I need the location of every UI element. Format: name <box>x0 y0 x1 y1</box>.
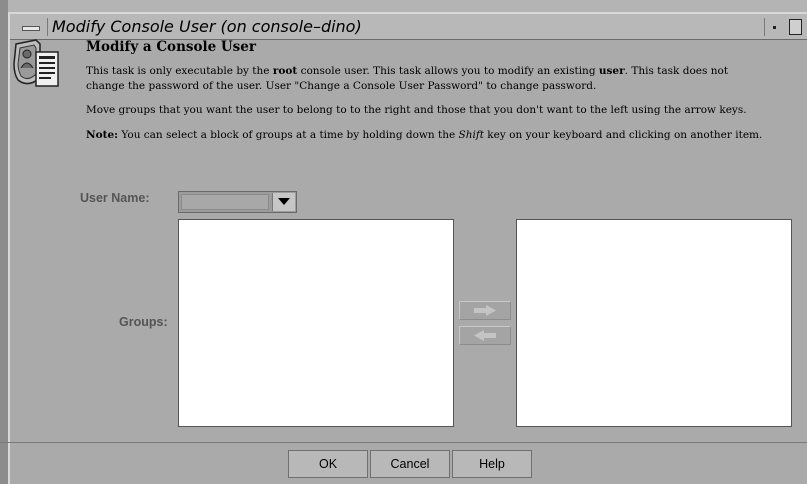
desc-text: . This task does not <box>624 65 729 77</box>
arrow-left-icon <box>474 330 496 341</box>
user-name-label: User Name: <box>80 191 150 205</box>
note-label: Note: <box>86 129 119 141</box>
desc-text: console user. This task allows you to mo… <box>297 65 599 77</box>
user-name-value <box>181 194 269 210</box>
task-instructions: Move groups that you want the user to be… <box>86 104 747 116</box>
move-left-button[interactable] <box>459 326 511 345</box>
button-bar-separator <box>0 442 807 443</box>
desc-user-keyword: user <box>598 65 625 77</box>
maximize-icon <box>789 19 802 35</box>
user-name-dropdown[interactable] <box>178 191 297 213</box>
note-text: key on your keyboard and clicking on ano… <box>483 129 763 141</box>
dropdown-button[interactable] <box>272 193 295 211</box>
maximize-button[interactable] <box>786 18 805 36</box>
chevron-down-icon <box>278 198 290 205</box>
task-description-line-1: This task is only executable by the root… <box>86 64 728 79</box>
window-menu-button[interactable] <box>16 18 48 36</box>
minimize-button[interactable] <box>764 18 784 36</box>
window-left-edge <box>0 0 8 484</box>
cancel-button[interactable]: Cancel <box>370 450 450 478</box>
task-description-line-2: change the password of the user. User "C… <box>86 80 597 92</box>
note-text: You can select a block of groups at a ti… <box>118 129 459 141</box>
minimize-icon <box>773 26 776 29</box>
task-heading: Modify a Console User <box>86 39 256 55</box>
window-title: Modify Console User (on console–dino) <box>52 17 362 36</box>
desc-text: This task is only executable by the <box>86 65 273 77</box>
title-bar[interactable]: Modify Console User (on console–dino) <box>10 14 807 40</box>
desc-root-keyword: root <box>272 65 298 77</box>
user-shield-document-icon <box>10 38 62 90</box>
task-note: Note: You can select a block of groups a… <box>86 129 762 141</box>
ok-button[interactable]: OK <box>288 450 368 478</box>
note-shift-key: Shift <box>458 129 484 141</box>
arrow-right-icon <box>474 305 496 316</box>
move-right-button[interactable] <box>459 301 511 320</box>
selected-groups-list[interactable] <box>516 219 792 427</box>
help-button[interactable]: Help <box>452 450 532 478</box>
available-groups-list[interactable] <box>178 219 454 427</box>
window-menu-icon <box>22 26 40 31</box>
groups-label: Groups: <box>119 315 168 329</box>
